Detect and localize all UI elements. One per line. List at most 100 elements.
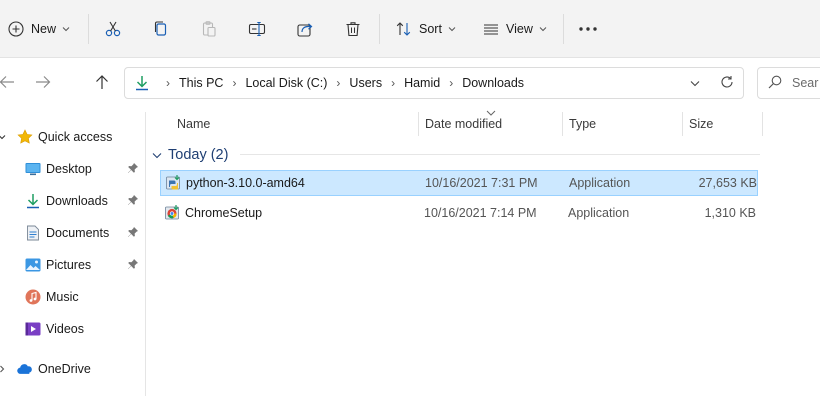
cut-icon: [104, 20, 122, 38]
chevron-right-icon[interactable]: [0, 365, 7, 373]
navigation-pane: Quick access Desktop Downloads Documents: [0, 112, 146, 396]
file-date: 10/16/2021 7:31 PM: [425, 176, 538, 190]
documents-icon: [25, 225, 41, 241]
up-button[interactable]: [90, 71, 114, 95]
back-button[interactable]: [0, 71, 19, 95]
sidebar-item-onedrive[interactable]: OneDrive: [0, 356, 146, 382]
delete-button[interactable]: [344, 13, 362, 45]
file-size: 27,653 KB: [698, 176, 757, 190]
chevron-right-icon[interactable]: ›: [391, 76, 395, 90]
chevron-right-icon: ›: [166, 76, 170, 90]
installer-icon: [164, 204, 182, 222]
sort-button-label: Sort: [419, 22, 442, 36]
sidebar-item-label: Desktop: [46, 162, 92, 176]
group-title: Today (2): [168, 147, 229, 163]
search-placeholder: Sear: [792, 76, 819, 90]
star-icon: [17, 129, 33, 145]
search-input[interactable]: Sear: [757, 67, 820, 99]
paste-icon: [200, 20, 218, 38]
file-type: Application: [569, 176, 631, 190]
group-divider: [240, 154, 760, 155]
sidebar-item-label: Pictures: [46, 258, 92, 272]
sidebar-item-music[interactable]: Music: [0, 284, 146, 310]
file-row-chromesetup[interactable]: ChromeSetup 10/16/2021 7:14 PM Applicati…: [160, 201, 758, 227]
column-header-size[interactable]: Size: [689, 112, 713, 136]
breadcrumb-this-pc[interactable]: This PC: [179, 76, 223, 90]
sidebar-item-label: Videos: [46, 322, 84, 336]
group-header-today[interactable]: Today (2): [152, 144, 228, 166]
sidebar-item-pictures[interactable]: Pictures: [0, 252, 146, 278]
sidebar-item-label: Documents: [46, 226, 110, 240]
column-divider[interactable]: [762, 112, 763, 136]
pin-icon: [127, 226, 139, 241]
new-button[interactable]: New: [8, 13, 70, 45]
more-options-button[interactable]: [578, 13, 598, 45]
sidebar-item-label: Downloads: [46, 194, 108, 208]
column-divider[interactable]: [418, 112, 419, 136]
breadcrumb-local-disk[interactable]: Local Disk (C:): [245, 76, 327, 90]
breadcrumb-users[interactable]: Users: [349, 76, 382, 90]
file-size: 1,310 KB: [704, 206, 756, 220]
more-icon: [578, 26, 598, 32]
chevron-expanded-icon[interactable]: [0, 134, 7, 140]
sidebar-item-desktop[interactable]: Desktop: [0, 156, 146, 182]
chevron-down-icon: [152, 148, 162, 162]
paste-button[interactable]: [200, 13, 218, 45]
cut-button[interactable]: [104, 13, 122, 45]
pin-icon: [127, 258, 139, 273]
sidebar-item-documents[interactable]: Documents: [0, 220, 146, 246]
chevron-right-icon[interactable]: ›: [232, 76, 236, 90]
share-button[interactable]: [296, 13, 314, 45]
column-header-name[interactable]: Name: [177, 112, 210, 136]
column-header-type[interactable]: Type: [569, 112, 596, 136]
sidebar-item-downloads[interactable]: Downloads: [0, 188, 146, 214]
chevron-right-icon[interactable]: ›: [336, 76, 340, 90]
breadcrumb: › This PC › Local Disk (C:) › Users › Ha…: [125, 68, 524, 98]
forward-button[interactable]: [31, 71, 55, 95]
arrow-up-icon: [95, 74, 109, 93]
copy-button[interactable]: [152, 13, 170, 45]
view-button[interactable]: View: [483, 13, 547, 45]
file-name: python-3.10.0-amd64: [186, 176, 305, 190]
chevron-right-icon[interactable]: ›: [449, 76, 453, 90]
arrow-right-icon: [35, 75, 51, 92]
downloads-icon: [135, 75, 149, 91]
rename-icon: [248, 20, 266, 38]
address-bar[interactable]: › This PC › Local Disk (C:) › Users › Ha…: [124, 67, 744, 99]
new-icon: [8, 21, 24, 37]
breadcrumb-downloads[interactable]: Downloads: [462, 76, 524, 90]
rename-button[interactable]: [248, 13, 266, 45]
music-icon: [25, 289, 41, 305]
toolbar-divider: [88, 14, 89, 44]
column-header-date[interactable]: Date modified: [425, 112, 502, 136]
refresh-button[interactable]: [715, 68, 739, 98]
file-row-python[interactable]: python-3.10.0-amd64 10/16/2021 7:31 PM A…: [160, 170, 758, 196]
pictures-icon: [25, 257, 41, 273]
recent-locations-button[interactable]: [683, 68, 707, 98]
file-date: 10/16/2021 7:14 PM: [424, 206, 537, 220]
pin-icon: [127, 194, 139, 209]
chevron-down-icon: [448, 26, 456, 32]
sort-button[interactable]: Sort: [396, 13, 456, 45]
toolbar-divider: [379, 14, 380, 44]
sidebar-item-label: Music: [46, 290, 79, 304]
sort-icon: [396, 21, 412, 37]
breadcrumb-hamid[interactable]: Hamid: [404, 76, 440, 90]
search-icon: [768, 75, 782, 92]
sidebar-item-label: OneDrive: [38, 362, 91, 376]
sidebar-item-label: Quick access: [38, 130, 113, 144]
view-icon: [483, 21, 499, 37]
sidebar-item-videos[interactable]: Videos: [0, 316, 146, 342]
pin-icon: [127, 162, 139, 177]
downloads-icon: [25, 193, 41, 209]
onedrive-icon: [17, 361, 33, 377]
chevron-down-icon: [539, 26, 547, 32]
command-bar: New Sort View: [0, 0, 820, 58]
installer-icon: [165, 174, 183, 192]
column-divider[interactable]: [562, 112, 563, 136]
column-divider[interactable]: [682, 112, 683, 136]
videos-icon: [25, 321, 41, 337]
sidebar-item-quick-access[interactable]: Quick access: [0, 124, 146, 150]
toolbar-divider: [563, 14, 564, 44]
desktop-icon: [25, 161, 41, 177]
